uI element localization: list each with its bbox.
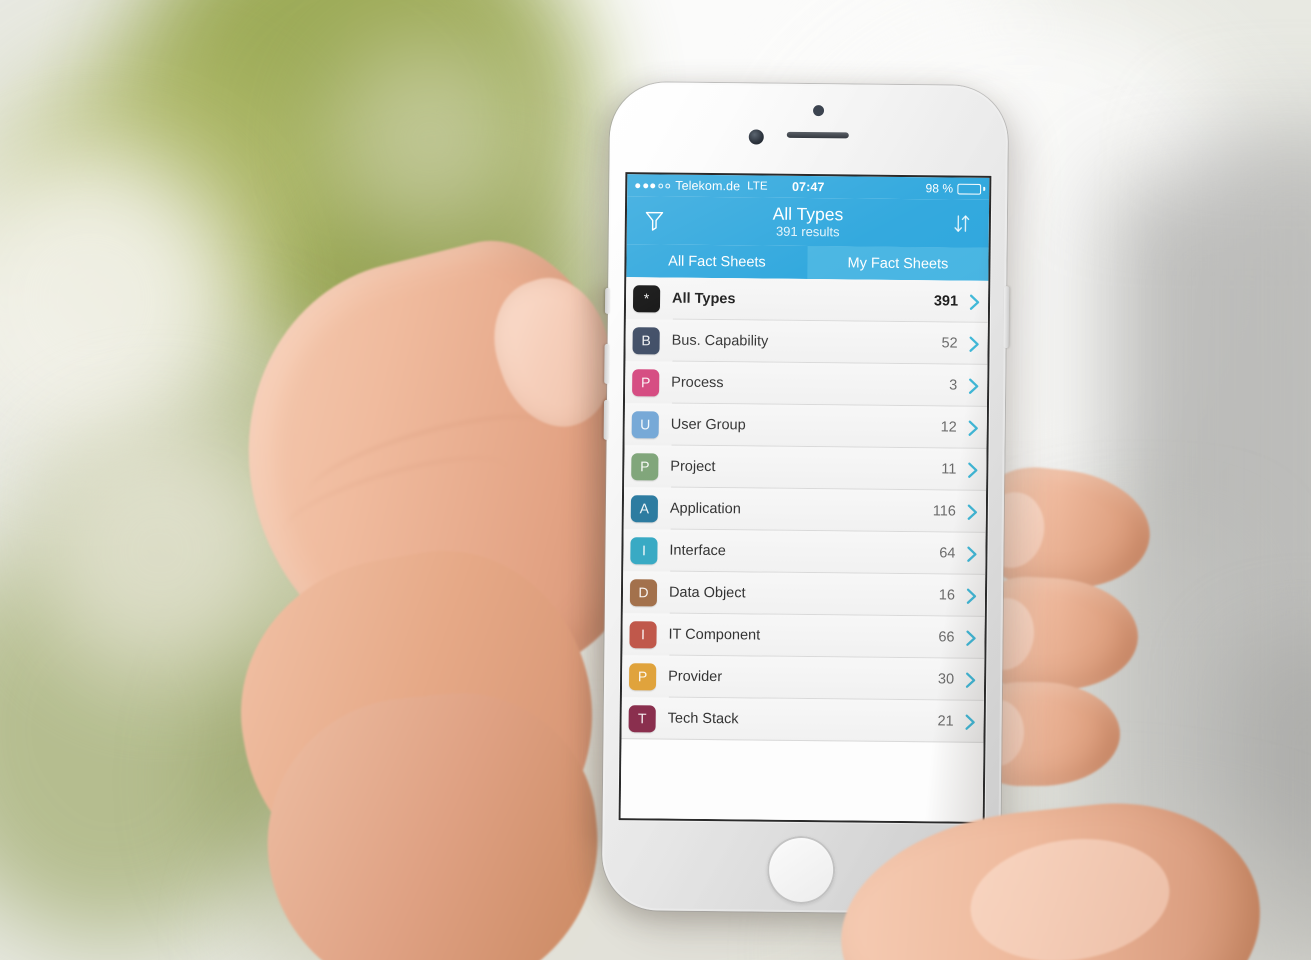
type-badge-icon: B — [632, 326, 660, 354]
type-badge-icon: A — [630, 494, 659, 522]
network-type-label: LTE — [747, 180, 768, 193]
results-count-label: 391 results — [775, 223, 840, 240]
signal-strength-icon — [635, 182, 670, 188]
chevron-right-icon[interactable] — [968, 419, 979, 436]
list-row-count: 11 — [941, 461, 957, 478]
fact-sheet-type-list: * All Types 391 B Bus. Capability 52 P Process 3… — [621, 277, 989, 743]
list-row-count: 64 — [939, 545, 956, 562]
list-row-label: Provider — [668, 668, 723, 686]
iphone-device: Telekom.de LTE 07:47 98 % All Types 391 … — [601, 81, 1010, 915]
chevron-right-icon[interactable] — [969, 335, 980, 352]
list-row-count: 66 — [938, 629, 955, 646]
list-row-label: Process — [671, 374, 724, 392]
type-badge-icon: T — [628, 704, 656, 732]
chevron-right-icon[interactable] — [968, 377, 979, 394]
filter-funnel-icon[interactable] — [639, 205, 669, 235]
list-row-label: Bus. Capability — [671, 332, 769, 350]
list-row-tech-stack[interactable]: T Tech Stack 21 — [621, 697, 984, 743]
fact-sheet-type-list-container[interactable]: * All Types 391 B Bus. Capability 52 P Process 3… — [620, 277, 989, 822]
battery-icon — [957, 183, 981, 194]
chevron-right-icon[interactable] — [965, 671, 976, 688]
chevron-right-icon[interactable] — [969, 293, 980, 310]
type-badge-icon: * — [632, 284, 661, 312]
type-badge-icon: U — [631, 410, 659, 438]
power-button[interactable] — [1003, 286, 1010, 349]
chevron-right-icon[interactable] — [967, 503, 978, 520]
list-row-application[interactable]: A Application 116 — [623, 487, 987, 533]
volume-up-button[interactable] — [604, 343, 610, 384]
nav-title-block: All Types 391 results — [627, 202, 989, 242]
volume-down-button[interactable] — [603, 399, 610, 440]
front-camera — [748, 129, 764, 145]
phone-screen: Telekom.de LTE 07:47 98 % All Types 391 … — [620, 174, 990, 822]
list-row-label: Tech Stack — [667, 710, 739, 728]
list-row-count: 12 — [940, 419, 957, 436]
list-row-count: 21 — [937, 713, 954, 730]
list-row-label: Project — [670, 458, 716, 476]
list-row-bus-capability[interactable]: B Bus. Capability 52 — [625, 319, 988, 365]
chevron-right-icon[interactable] — [965, 629, 976, 646]
list-row-count: 391 — [933, 293, 959, 310]
list-row-count: 30 — [937, 671, 955, 688]
earpiece-speaker — [786, 131, 849, 139]
app-nav-bar: All Types 391 results — [626, 196, 990, 248]
list-row-user-group[interactable]: U User Group 12 — [624, 403, 987, 449]
status-bar-right: 98 % — [925, 181, 981, 196]
chevron-right-icon[interactable] — [965, 713, 976, 730]
list-row-data-object[interactable]: D Data Object 16 — [622, 571, 986, 617]
type-badge-icon: P — [631, 452, 659, 480]
status-bar-left: Telekom.de LTE — [635, 178, 768, 193]
list-row-process[interactable]: P Process 3 — [624, 361, 988, 407]
type-badge-icon: I — [629, 620, 657, 648]
type-badge-icon: P — [628, 662, 657, 690]
list-row-label: Data Object — [668, 584, 746, 602]
ring-silent-switch[interactable] — [604, 287, 611, 314]
tab-all-fact-sheets[interactable]: All Fact Sheets — [626, 244, 807, 279]
right-hand-palm — [829, 788, 1310, 960]
chevron-right-icon[interactable] — [966, 545, 977, 562]
tab-all-fact-sheets-label: All Fact Sheets — [668, 253, 766, 271]
list-row-it-component[interactable]: I IT Component 66 — [622, 613, 985, 659]
sort-arrows-icon[interactable] — [947, 208, 977, 238]
light-bokeh-3 — [330, 40, 530, 240]
tab-my-fact-sheets-label: My Fact Sheets — [847, 254, 949, 272]
list-row-count: 52 — [941, 335, 958, 352]
fact-sheets-tab-bar: All Fact Sheets My Fact Sheets — [626, 244, 989, 281]
list-row-label: Application — [669, 500, 741, 518]
chevron-right-icon[interactable] — [966, 587, 977, 604]
carrier-label: Telekom.de — [675, 178, 741, 194]
list-row-all-types[interactable]: * All Types 391 — [625, 277, 989, 323]
left-thumb — [206, 215, 690, 960]
list-row-label: IT Component — [668, 626, 761, 644]
page-title: All Types — [772, 203, 844, 225]
proximity-sensor — [813, 105, 825, 117]
chevron-right-icon[interactable] — [967, 461, 978, 478]
list-row-count: 116 — [932, 503, 956, 520]
list-row-label: All Types — [671, 290, 736, 308]
battery-percent-label: 98 % — [925, 181, 954, 196]
list-row-interface[interactable]: I Interface 64 — [623, 529, 986, 575]
list-row-project[interactable]: P Project 11 — [624, 445, 987, 491]
list-row-label: User Group — [670, 416, 746, 434]
type-badge-icon: P — [632, 368, 660, 396]
type-badge-icon: D — [629, 578, 658, 606]
list-row-provider[interactable]: P Provider 30 — [621, 655, 985, 701]
list-row-count: 16 — [938, 587, 956, 604]
tab-my-fact-sheets[interactable]: My Fact Sheets — [807, 246, 989, 281]
list-row-label: Interface — [669, 542, 726, 560]
home-button[interactable] — [766, 835, 836, 905]
type-badge-icon: I — [630, 536, 658, 564]
list-row-count: 3 — [949, 377, 958, 394]
